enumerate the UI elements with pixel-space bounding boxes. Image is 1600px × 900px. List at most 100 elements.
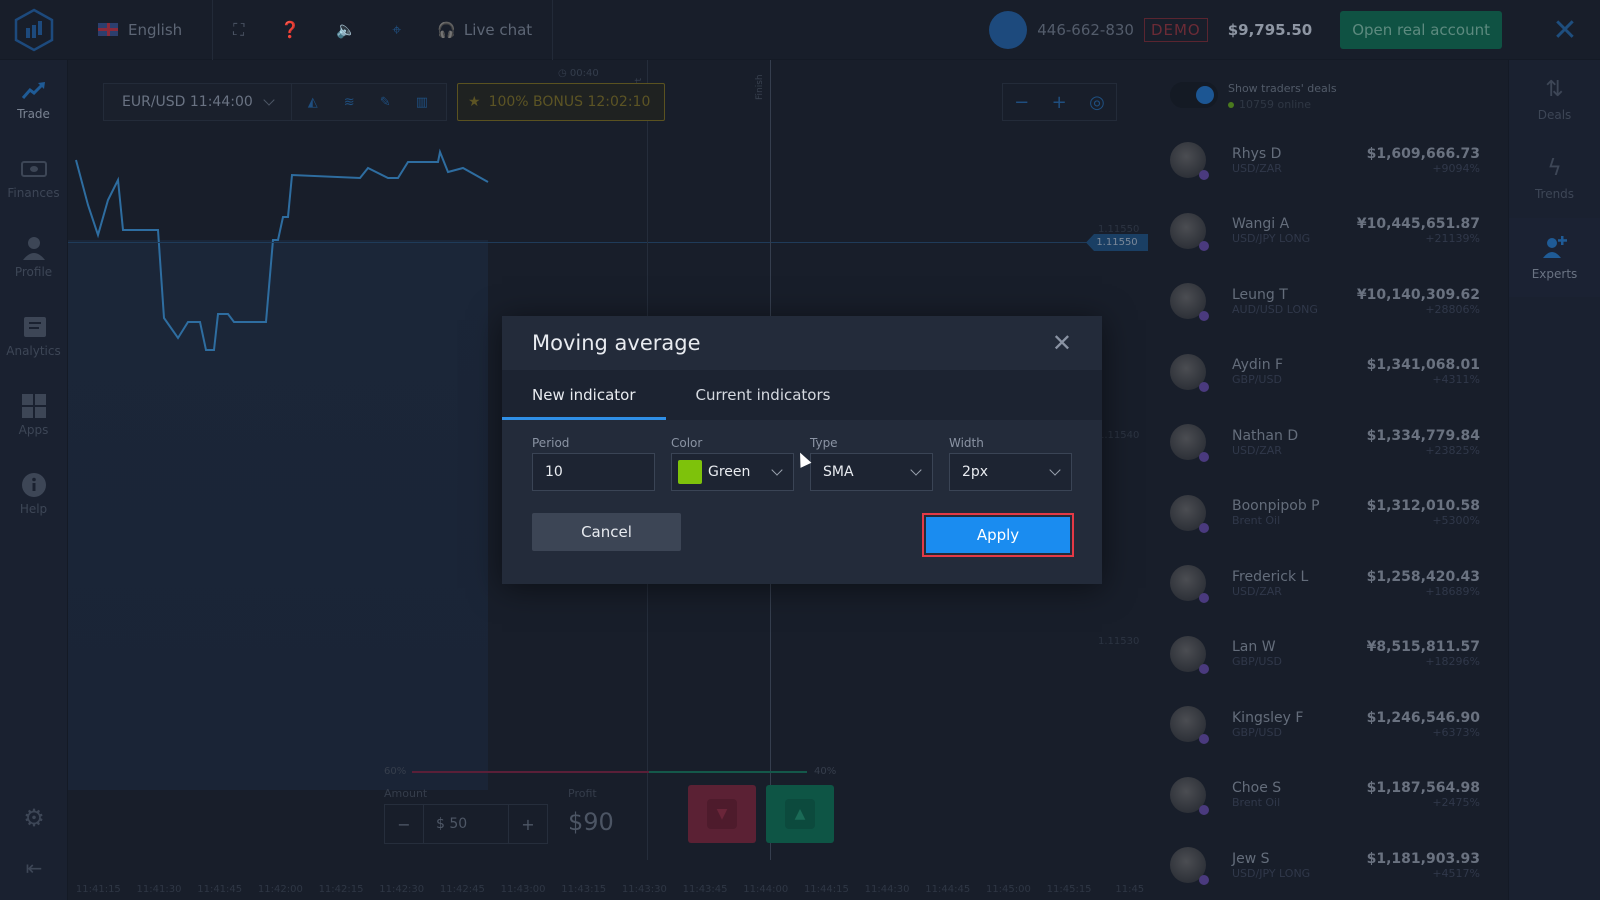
status-badge xyxy=(1199,734,1209,744)
increase-button[interactable]: + xyxy=(509,815,547,834)
trader-pair: USD/ZAR xyxy=(1232,584,1282,598)
logout-icon[interactable]: ⇤ xyxy=(26,856,43,880)
period-field: Period 10 xyxy=(532,436,655,491)
sidebar-item-label: Analytics xyxy=(6,343,61,358)
trader-row[interactable]: Wangi A USD/JPY LONG ¥10,445,651.87 +21139% xyxy=(1170,201,1480,261)
trader-percent: +5300% xyxy=(1432,514,1480,527)
trader-row[interactable]: Lan W GBP/USD ¥8,515,811.57 +18296% xyxy=(1170,624,1480,684)
current-price-tag: 1.11550 xyxy=(1086,234,1148,251)
buy-up-button[interactable]: ▲ xyxy=(766,785,834,843)
amount-input[interactable]: $ 50 xyxy=(423,805,509,843)
decrease-button[interactable]: − xyxy=(385,815,423,834)
trader-row[interactable]: Rhys D USD/ZAR $1,609,666.73 +9094% xyxy=(1170,130,1480,190)
trader-amount: $1,609,666.73 xyxy=(1366,145,1480,162)
chevron-down-icon xyxy=(263,94,275,106)
banknote-icon xyxy=(20,158,47,180)
sidebar-item-experts[interactable]: Experts xyxy=(1509,218,1600,297)
sidebar-item-profile[interactable]: Profile xyxy=(0,218,67,297)
sidebar-item-trends[interactable]: ϟ Trends xyxy=(1509,139,1600,218)
sidebar-item-trade[interactable]: Trade xyxy=(0,60,67,139)
trader-row[interactable]: Leung T AUD/USD LONG ¥10,140,309.62 +28806% xyxy=(1170,271,1480,331)
layout-icon[interactable]: ▥ xyxy=(416,95,430,110)
tab-current-indicators[interactable]: Current indicators xyxy=(666,370,861,420)
person-icon xyxy=(21,236,47,260)
trader-avatar xyxy=(1170,494,1209,533)
x-tick-label: 11:41:15 xyxy=(75,884,121,895)
bonus-badge[interactable]: ★ 100% BONUS 12:02:10 xyxy=(457,83,665,121)
x-tick-label: 11:42:15 xyxy=(318,884,364,895)
trader-name: Nathan D xyxy=(1232,427,1299,444)
trader-avatar xyxy=(1170,847,1209,885)
sidebar-item-apps[interactable]: Apps xyxy=(0,376,67,455)
x-tick-label: 11:42:45 xyxy=(439,884,485,895)
close-icon[interactable]: ✕ xyxy=(1530,13,1600,48)
trader-pair: USD/JPY LONG xyxy=(1232,232,1311,245)
trader-name: Rhys D xyxy=(1232,145,1282,162)
star-icon: ★ xyxy=(468,94,481,110)
trader-avatar xyxy=(1170,212,1209,251)
trader-row[interactable]: Nathan D USD/ZAR $1,334,779.84 +23825% xyxy=(1170,412,1480,472)
close-icon[interactable]: ✕ xyxy=(1052,329,1072,357)
trader-row[interactable]: Aydin F GBP/USD $1,341,068.01 +4311% xyxy=(1170,342,1480,402)
sound-icon[interactable]: 🔈 xyxy=(336,20,356,39)
x-tick-label: 11:43:30 xyxy=(621,884,667,895)
online-count: 10759 online xyxy=(1228,98,1337,111)
type-select[interactable]: SMA xyxy=(810,453,933,491)
logo[interactable] xyxy=(0,0,68,60)
width-select[interactable]: 2px xyxy=(949,453,1072,491)
status-badge xyxy=(1199,875,1209,885)
trader-percent: +23825% xyxy=(1425,443,1480,457)
fullscreen-icon[interactable]: ⛶ xyxy=(233,20,244,40)
chart-type-icon[interactable]: ◭ xyxy=(308,95,322,110)
amount-stepper: − $ 50 + xyxy=(384,804,548,844)
color-value: Green xyxy=(708,464,751,480)
balance[interactable]: $9,795.50 xyxy=(1228,21,1312,39)
gear-icon[interactable]: ⚙ xyxy=(23,804,45,832)
trader-row[interactable]: Boonpipob P Brent Oil $1,312,010.58 +5300% xyxy=(1170,483,1480,543)
trader-avatar xyxy=(1170,283,1209,321)
sidebar-item-help[interactable]: Help xyxy=(0,455,67,534)
help-icon[interactable]: ❓ xyxy=(280,20,300,39)
width-label: Width xyxy=(949,436,984,450)
zoom-out-icon[interactable]: − xyxy=(1014,92,1029,113)
sidebar-item-analytics[interactable]: Analytics xyxy=(0,297,67,376)
trader-row[interactable]: Choe S Brent Oil $1,187,564.98 +2475% xyxy=(1170,765,1480,825)
pencil-icon[interactable]: ✎ xyxy=(380,95,394,110)
trader-row[interactable]: Kingsley F GBP/USD $1,246,546.90 +6373% xyxy=(1170,694,1480,754)
trader-name: Leung T xyxy=(1232,286,1288,303)
trader-row[interactable]: Jew S USD/JPY LONG $1,181,903.93 +4517% xyxy=(1170,835,1480,895)
apply-button[interactable]: Apply xyxy=(926,517,1070,553)
dialog-header: Moving average ✕ xyxy=(502,316,1102,370)
target-icon[interactable]: ◎ xyxy=(1089,92,1105,113)
asset-selector[interactable]: EUR/USD 11:44:00 xyxy=(104,84,292,120)
trader-amount: $1,312,010.58 xyxy=(1366,498,1480,514)
color-select[interactable]: Green xyxy=(671,453,794,491)
open-real-account-button[interactable]: Open real account xyxy=(1340,11,1502,49)
tab-new-indicator[interactable]: New indicator xyxy=(502,370,666,420)
trader-percent: +6373% xyxy=(1432,725,1480,739)
cancel-button[interactable]: Cancel xyxy=(532,513,681,551)
trader-pair: GBP/USD xyxy=(1232,373,1282,386)
trader-values: $1,334,779.84 +23825% xyxy=(1367,428,1480,457)
trader-pair: USD/ZAR xyxy=(1232,443,1282,457)
language-selector[interactable]: English xyxy=(68,0,214,60)
sidebar-item-finances[interactable]: Finances xyxy=(0,139,67,218)
sell-down-button[interactable]: ▼ xyxy=(688,785,756,843)
zoom-in-icon[interactable]: + xyxy=(1052,92,1067,113)
period-input[interactable]: 10 xyxy=(532,453,655,491)
trader-row[interactable]: Frederick L USD/ZAR $1,258,420.43 +18689% xyxy=(1170,553,1480,613)
trader-values: ¥10,140,309.62 +28806% xyxy=(1357,287,1480,316)
sidebar-item-deals[interactable]: ⇅ Deals xyxy=(1509,60,1600,139)
account-id: 446-662-830 xyxy=(1037,21,1134,39)
time-axis: 11:41:15 11:41:30 11:41:45 11:42:00 11:42:15… xyxy=(68,878,1160,900)
trader-info: Wangi A USD/JPY LONG xyxy=(1232,216,1357,245)
dialog-tabs: New indicator Current indicators xyxy=(502,370,1102,420)
live-chat-button[interactable]: 🎧 Live chat xyxy=(437,21,532,39)
x-tick-label: 11:43:15 xyxy=(561,884,607,895)
show-deals-toggle[interactable] xyxy=(1170,82,1218,108)
demo-badge[interactable]: DEMO xyxy=(1143,18,1208,42)
y-label: 1.11540 xyxy=(1098,430,1140,441)
crosshair-icon[interactable]: ⌖ xyxy=(392,20,401,40)
indicators-icon[interactable]: ≋ xyxy=(344,95,358,110)
avatar[interactable] xyxy=(989,11,1028,49)
